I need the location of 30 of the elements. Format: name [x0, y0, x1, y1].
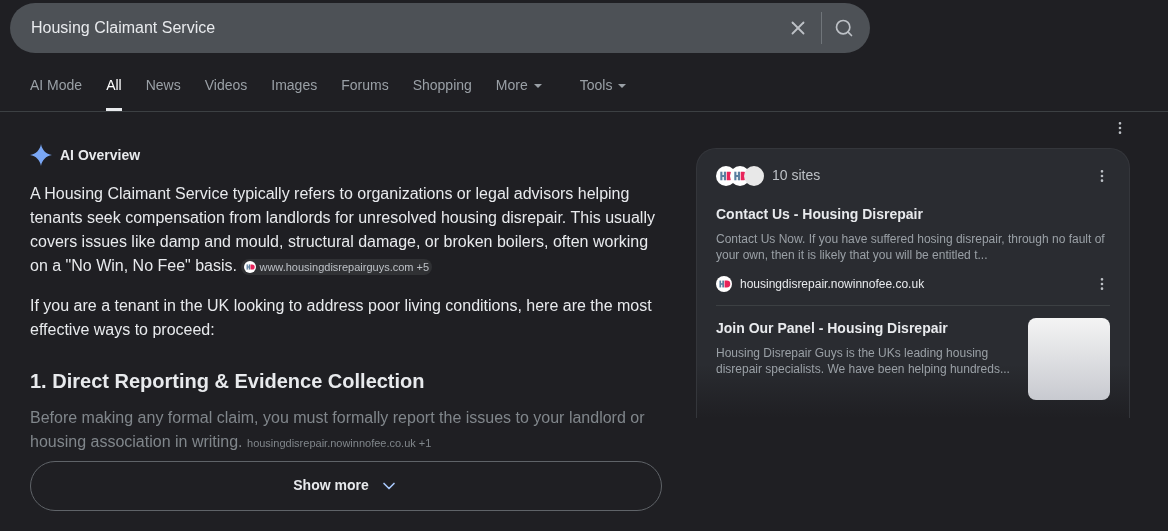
faded-paragraph: Before making any formal claim, you must formally report the issues to your landlord or housing association in writing. housingdisrepair.nowinnofee.co.uk +1 — [30, 406, 655, 455]
search-query: Housing Claimant Service — [31, 18, 217, 38]
search-tab[interactable]: Tools — [579, 75, 627, 111]
source-chip[interactable]: www.housingdisrepairguys.com +5 — [241, 258, 433, 275]
overview-paragraph: A Housing Claimant Service typically refers to organizations or legal advisors helping tenants seek compensation from landlords for unresolved housing disrepair. This usually covers issues like damp and mould, structural damage, or broken boilers, often working on a "No Win, No Fee" basis. www.housingdisrepairguys.com +5 — [30, 184, 655, 277]
source-url[interactable]: housingdisrepair.nowinnofee.co.uk — [740, 275, 925, 293]
search-tab[interactable]: Forums — [341, 75, 389, 111]
source-title[interactable]: Join Our Panel - Housing Disrepair — [716, 318, 1020, 339]
source-count: 10 sites — [772, 166, 821, 185]
source-snippet: Housing Disrepair Guys is the UKs leading housing disrepair specialists. We have been helping hundreds... — [716, 345, 1011, 377]
section-title: AI Overview — [60, 145, 141, 165]
site-logo-icon — [744, 165, 764, 186]
source-title[interactable]: Contact Us - Housing Disrepair — [716, 204, 1110, 225]
site-logo-icon — [716, 276, 732, 292]
search-tab[interactable]: Shopping — [412, 75, 472, 111]
site-logo-icon — [244, 260, 257, 273]
show-more-button[interactable]: Show more — [30, 460, 662, 511]
source-snippet: Contact Us Now. If you have suffered hosing disrepair, through no fault of your own, then it is likely that you will be entitled t... — [716, 231, 1106, 263]
search-tab[interactable]: More — [495, 75, 542, 111]
search-tab[interactable]: News — [145, 75, 181, 111]
search-tab[interactable]: Videos — [204, 75, 248, 111]
sparkle-icon — [30, 144, 52, 166]
search-tab[interactable]: All — [106, 75, 122, 111]
search-field[interactable]: Housing Claimant Service — [10, 3, 870, 53]
search-icon[interactable] — [834, 18, 854, 38]
section-heading: 1. Direct Reporting & Evidence Collection — [30, 369, 426, 394]
overview-paragraph: If you are a tenant in the UK looking to address poor living conditions, here are the most effective ways to proceed: — [30, 296, 653, 340]
search-tab[interactable]: Images — [271, 75, 318, 111]
source-chip[interactable]: housingdisrepair.nowinnofee.co.uk +1 — [247, 430, 432, 455]
search-tab[interactable]: AI Mode — [30, 75, 83, 111]
